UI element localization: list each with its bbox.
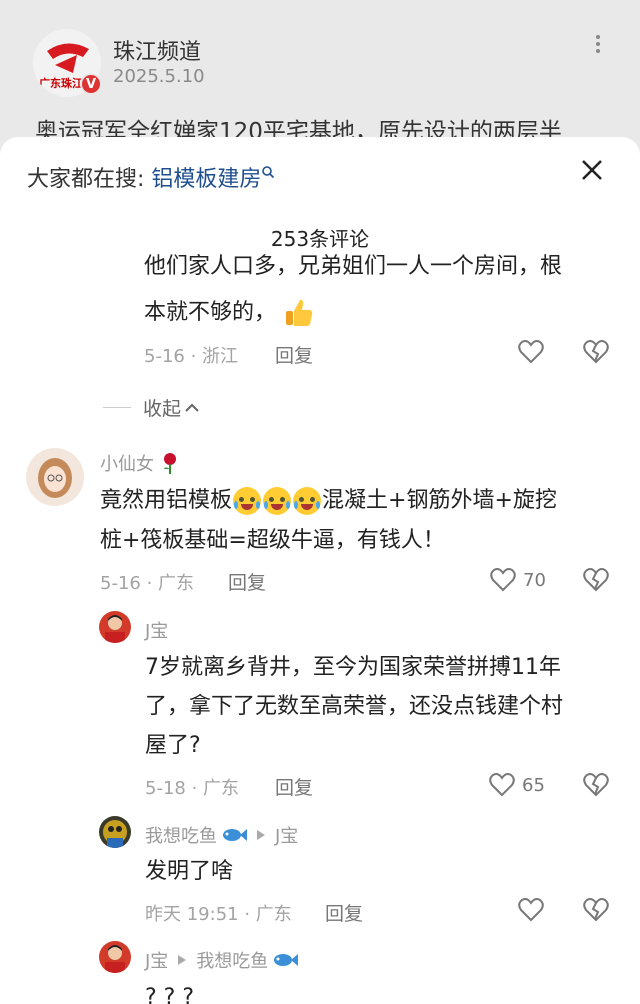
comment-text-line: 竟然用铝模板 混凝土+钢筋外墙+旋挖: [100, 482, 557, 520]
user-avatar-image: [103, 820, 127, 848]
username[interactable]: J宝: [145, 617, 168, 643]
user-avatar-image: [105, 945, 125, 973]
avatar[interactable]: [26, 448, 84, 506]
comment-meta: 昨天 19:51 · 广东: [145, 904, 292, 925]
broken-heart-icon[interactable]: [582, 771, 610, 799]
heart-icon[interactable]: [517, 337, 545, 367]
fish-icon: [223, 829, 247, 841]
crying-laughing-emoji: [293, 487, 322, 515]
reply-button[interactable]: 回复: [275, 341, 313, 368]
crying-laughing-emoji: [233, 487, 262, 515]
collapse-replies-button[interactable]: 收起: [103, 394, 201, 421]
reply-to-username[interactable]: J宝: [275, 822, 298, 848]
user-avatar-image: [38, 458, 72, 498]
verified-badge-icon: V: [80, 73, 102, 95]
broken-heart-icon[interactable]: [582, 566, 610, 594]
search-icon: [262, 166, 275, 179]
reply-button[interactable]: 回复: [228, 568, 266, 595]
avatar[interactable]: [99, 941, 131, 973]
search-keyword[interactable]: 铝模板建房: [151, 167, 261, 192]
comment-sheet: 大家都在搜: 铝模板建房 253条评论 他们家人口多，兄弟姐们一人一个房间，根 …: [0, 137, 640, 1004]
user-avatar-image: [105, 615, 125, 643]
reply-button[interactable]: 回复: [275, 773, 313, 800]
comment-text: 本就不够的，: [144, 300, 277, 325]
comment-text-line: 了，拿下了无数至高荣誉，还没点钱建个村: [145, 694, 564, 719]
comment-text-line: ? ? ?: [145, 985, 195, 1004]
comment-meta: 5-18 · 广东: [145, 778, 240, 799]
comment-text-line: 本就不够的，: [144, 294, 316, 332]
comment-text-line: 屋了?: [145, 733, 201, 758]
search-suggestion[interactable]: 大家都在搜: 铝模板建房: [27, 161, 275, 193]
avatar[interactable]: [99, 816, 131, 848]
crying-laughing-emoji: [263, 487, 292, 515]
comment-meta: 5-16 · 广东: [100, 573, 195, 594]
comment-text: 混凝土+钢筋外墙+旋挖: [322, 488, 557, 513]
like-button[interactable]: 65: [488, 770, 545, 800]
comment-text-line: 发明了啥: [145, 859, 234, 884]
close-icon[interactable]: [576, 154, 608, 186]
broken-heart-icon[interactable]: [582, 338, 610, 366]
like-count: 65: [522, 774, 545, 796]
username[interactable]: J宝: [145, 947, 168, 973]
heart-icon[interactable]: [517, 895, 545, 925]
reply-header: 我想吃鱼 J宝: [145, 822, 298, 848]
reply-header: J宝 我想吃鱼: [145, 947, 299, 973]
comment-text-line: 桩+筏板基础=超级牛逼，有钱人！: [100, 528, 445, 553]
collapse-label: 收起: [143, 398, 182, 420]
chevron-up-icon: [185, 403, 199, 412]
logo-text: 广东珠江: [39, 77, 83, 90]
search-prefix: 大家都在搜:: [27, 167, 145, 192]
heart-icon: [490, 568, 516, 592]
broken-heart-icon[interactable]: [582, 896, 610, 924]
channel-name[interactable]: 珠江频道: [113, 34, 201, 66]
reply-button[interactable]: 回复: [325, 899, 363, 926]
username-text: 小仙女: [100, 454, 154, 475]
divider: [103, 407, 131, 408]
avatar[interactable]: [99, 611, 131, 643]
comment-meta: 5-16 · 浙江: [144, 346, 239, 367]
comment-text-line: 7岁就离乡背井，至今为国家荣誉拼搏11年: [145, 655, 561, 680]
heart-icon: [489, 773, 515, 797]
like-count: 70: [523, 569, 546, 591]
post-date: 2025.5.10: [113, 66, 205, 87]
post-header: 广东珠江 V 珠江频道 2025.5.10 奥运冠军全红婵家120平宅基地，原先…: [0, 0, 640, 160]
like-button[interactable]: 70: [489, 565, 546, 595]
more-icon[interactable]: [590, 32, 606, 58]
reply-arrow-icon: [178, 955, 187, 965]
fish-icon: [274, 954, 299, 966]
reply-arrow-icon: [257, 830, 265, 840]
comment-text-line: 他们家人口多，兄弟姐们一人一个房间，根: [144, 254, 563, 279]
reply-to-username[interactable]: 我想吃鱼: [196, 947, 268, 973]
username[interactable]: 我想吃鱼: [145, 822, 217, 848]
thumbs-up-icon: [286, 299, 313, 326]
comment-text: 竟然用铝模板: [100, 488, 233, 513]
rose-icon: [164, 453, 176, 474]
username[interactable]: 小仙女: [100, 450, 182, 476]
